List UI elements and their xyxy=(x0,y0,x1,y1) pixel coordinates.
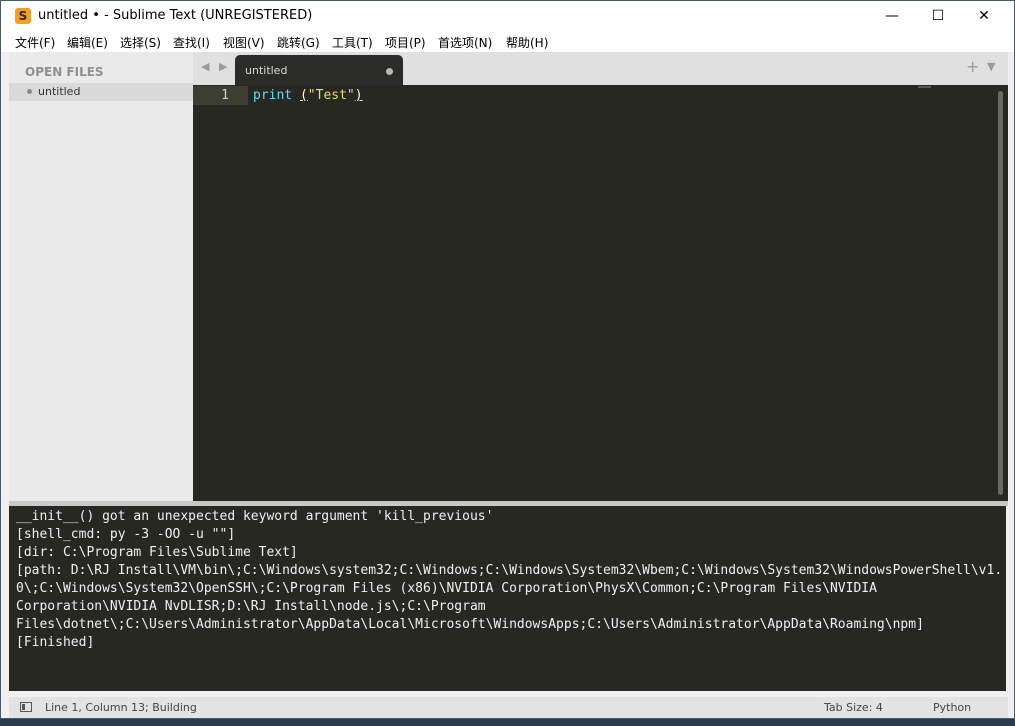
code-token-string: "Test" xyxy=(307,88,355,103)
menu-bar: 文件(F) 编辑(E) 选择(S) 查找(I) 视图(V) 跳转(G) 工具(T… xyxy=(1,32,1014,52)
output-line: __init__() got an unexpected keyword arg… xyxy=(16,509,494,524)
menu-selection[interactable]: 选择(S) xyxy=(120,34,161,51)
syntax-selector[interactable]: Python xyxy=(933,701,971,714)
output-line: Corporation\NVIDIA NvDLISR;D:\RJ Install… xyxy=(16,599,486,614)
output-line: [Finished] xyxy=(16,635,95,650)
sublime-app-icon: S xyxy=(15,8,31,24)
code-editor[interactable]: 1 print ("Test") xyxy=(193,85,1008,501)
output-line: [shell_cmd: py -3 -OO -u ""] xyxy=(16,527,236,542)
menu-find[interactable]: 查找(I) xyxy=(173,34,210,51)
cursor-position-status: Line 1, Column 13; Building xyxy=(45,701,197,714)
output-line: [path: D:\RJ Install\VM\bin\;C:\Windows\… xyxy=(16,563,1003,596)
code-token-function: print xyxy=(253,88,293,103)
code-line[interactable]: print ("Test") xyxy=(253,88,363,104)
line-gutter: 1 xyxy=(193,85,248,501)
new-tab-icon[interactable]: + xyxy=(966,57,979,76)
tab-menu-chevron-icon[interactable]: ▼ xyxy=(987,60,995,73)
menu-preferences[interactable]: 首选项(N) xyxy=(438,34,492,51)
sidebar-file-untitled[interactable]: untitled xyxy=(9,83,193,101)
code-token-open-paren: ( xyxy=(299,88,308,103)
sidebar: OPEN FILES untitled xyxy=(9,52,193,501)
tab-size-selector[interactable]: Tab Size: 4 xyxy=(824,701,883,714)
close-button[interactable]: ✕ xyxy=(961,1,1007,32)
modified-dot-icon[interactable] xyxy=(386,68,393,75)
panel-toggle-icon[interactable] xyxy=(20,702,32,712)
menu-project[interactable]: 项目(P) xyxy=(385,34,426,51)
sidebar-file-label: untitled xyxy=(38,85,81,98)
maximize-button[interactable]: ☐ xyxy=(915,1,961,32)
build-output-panel[interactable]: __init__() got an unexpected keyword arg… xyxy=(9,506,1006,691)
menu-help[interactable]: 帮助(H) xyxy=(506,34,548,51)
window-title: untitled • - Sublime Text (UNREGISTERED) xyxy=(38,8,313,23)
menu-view[interactable]: 视图(V) xyxy=(223,34,265,51)
tab-bar: ◀ ▶ untitled + ▼ xyxy=(193,52,1008,86)
output-line: [dir: C:\Program Files\Sublime Text] xyxy=(16,545,298,560)
tab-untitled[interactable]: untitled xyxy=(235,55,403,86)
editor-scrollbar[interactable] xyxy=(998,91,1003,495)
line-number: 1 xyxy=(221,88,229,103)
menu-tools[interactable]: 工具(T) xyxy=(332,34,373,51)
output-line: Files\dotnet\;C:\Users\Administrator\App… xyxy=(16,617,924,632)
menu-goto[interactable]: 跳转(G) xyxy=(277,34,320,51)
menu-file[interactable]: 文件(F) xyxy=(15,34,55,51)
tab-label: untitled xyxy=(245,64,288,77)
menu-edit[interactable]: 编辑(E) xyxy=(67,34,108,51)
status-bar: Line 1, Column 13; Building Tab Size: 4 … xyxy=(9,697,1008,718)
title-bar[interactable]: S untitled • - Sublime Text (UNREGISTERE… xyxy=(1,1,1014,32)
tab-nav-arrows-icon[interactable]: ◀ ▶ xyxy=(201,60,230,73)
modified-dot-icon xyxy=(27,89,32,94)
sublime-window: S untitled • - Sublime Text (UNREGISTERE… xyxy=(0,0,1015,719)
code-token-close-paren: ) xyxy=(354,88,363,103)
open-files-header: OPEN FILES xyxy=(25,65,104,79)
minimize-button[interactable]: — xyxy=(869,1,915,32)
minimap[interactable] xyxy=(918,86,931,88)
